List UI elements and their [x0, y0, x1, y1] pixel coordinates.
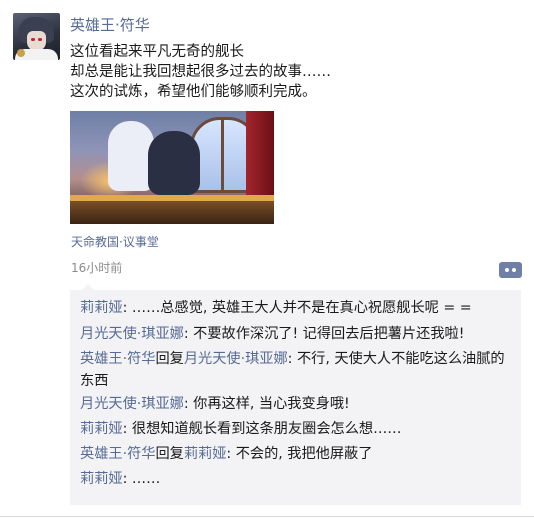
- comment-text: 你再这样, 当心我变身哦!: [193, 396, 350, 412]
- comment-text: 不要故作深沉了! 记得回去后把薯片还我啦!: [193, 326, 465, 342]
- comment-item[interactable]: 英雄王·符华回复莉莉娅: 不会的, 我把他屏蔽了: [80, 443, 515, 465]
- comment-item[interactable]: 莉莉娅: ……总感觉, 英雄王大人并不是在真心祝愿舰长呢 = =: [80, 297, 515, 319]
- comment-user[interactable]: 莉莉娅: [80, 471, 123, 487]
- comment-separator: :: [226, 446, 236, 462]
- comment-text: ……: [131, 471, 161, 487]
- avatar-face: [27, 31, 46, 51]
- comment-text: 不会的, 我把他屏蔽了: [235, 446, 373, 462]
- comment-separator: :: [122, 300, 132, 316]
- post-line: 这位看起来平凡无奇的舰长: [70, 44, 244, 60]
- comment-text: 很想知道舰长看到这条朋友圈会怎么想……: [131, 421, 402, 437]
- comment-separator: :: [183, 396, 194, 412]
- more-dots-icon[interactable]: [499, 262, 522, 278]
- comment-item[interactable]: 莉莉娅: 很想知道舰长看到这条朋友圈会怎么想……: [80, 418, 515, 440]
- image-table: [70, 195, 274, 224]
- comment-user[interactable]: 莉莉娅: [80, 421, 123, 437]
- comment-separator: :: [122, 421, 132, 437]
- more-dot: [512, 268, 516, 272]
- avatar-eye-right: [38, 38, 42, 41]
- reply-target[interactable]: 莉莉娅: [184, 446, 227, 462]
- post-text: 这位看起来平凡无奇的舰长 却总是能让我回想起很多过去的故事…… 这次的试炼，希望…: [70, 42, 331, 102]
- reply-word: 回复: [155, 446, 184, 462]
- avatar-eye-left: [31, 38, 35, 41]
- post-image[interactable]: [70, 111, 274, 224]
- author-name[interactable]: 英雄王·符华: [70, 14, 150, 35]
- post-location[interactable]: 天命教国·议事堂: [71, 233, 159, 250]
- comment-user[interactable]: 月光天使·琪亚娜: [80, 326, 184, 342]
- comments-box: 莉莉娅: ……总感觉, 英雄王大人并不是在真心祝愿舰长呢 = = 月光天使·琪亚…: [70, 290, 521, 505]
- reply-target[interactable]: 月光天使·琪亚娜: [184, 351, 288, 367]
- comment-item[interactable]: 莉莉娅: ……: [80, 468, 515, 490]
- comment-item[interactable]: 月光天使·琪亚娜: 你再这样, 当心我变身哦!: [80, 393, 515, 415]
- image-figure-dark: [148, 131, 200, 195]
- post-line: 却总是能让我回想起很多过去的故事……: [70, 64, 331, 80]
- avatar-badge: [17, 49, 25, 57]
- comment-separator: :: [122, 471, 132, 487]
- comment-separator: :: [287, 351, 297, 367]
- comment-item[interactable]: 英雄王·符华回复月光天使·琪亚娜: 不行, 天使大人不能吃这么油腻的东西: [80, 348, 515, 392]
- author-avatar[interactable]: [13, 13, 60, 60]
- comment-user[interactable]: 莉莉娅: [80, 300, 123, 316]
- comment-separator: :: [183, 326, 194, 342]
- comment-user[interactable]: 月光天使·琪亚娜: [80, 396, 184, 412]
- comment-text: ……总感觉, 英雄王大人并不是在真心祝愿舰长呢 = =: [131, 300, 472, 316]
- post-line: 这次的试炼，希望他们能够顺利完成。: [70, 84, 317, 100]
- comment-user[interactable]: 英雄王·符华: [80, 351, 155, 367]
- post-time: 16小时前: [71, 261, 123, 275]
- bottom-divider: [0, 516, 534, 517]
- comment-item[interactable]: 月光天使·琪亚娜: 不要故作深沉了! 记得回去后把薯片还我啦!: [80, 323, 515, 345]
- comment-user[interactable]: 英雄王·符华: [80, 446, 155, 462]
- reply-word: 回复: [155, 351, 184, 367]
- more-dot: [505, 268, 509, 272]
